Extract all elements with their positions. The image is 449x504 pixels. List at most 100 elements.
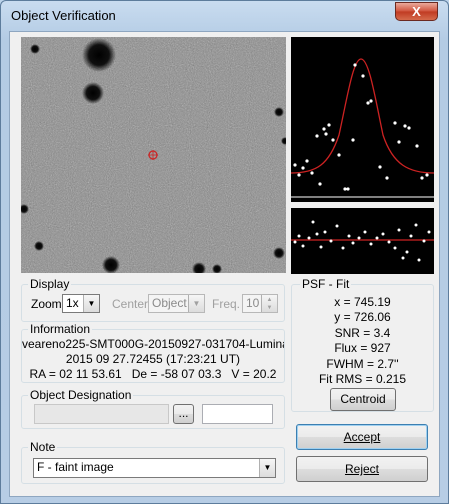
- star-blob: [30, 44, 40, 54]
- chevron-down-icon[interactable]: ▼: [83, 295, 99, 312]
- psf-profile-plot: [290, 37, 435, 202]
- note-select[interactable]: F - faint image ▼: [33, 458, 276, 478]
- reject-button[interactable]: Reject: [296, 456, 428, 482]
- freq-value: 10: [246, 296, 260, 310]
- psf-point: [369, 99, 373, 103]
- psf-point: [343, 187, 347, 191]
- psf-fit-group: PSF - Fit x = 745.19 y = 726.06 SNR = 3.…: [291, 277, 434, 412]
- star-blob: [34, 241, 44, 251]
- residual-point: [393, 246, 397, 250]
- stepper-arrows-icon[interactable]: ▲ ▼: [261, 295, 277, 312]
- note-legend: Note: [28, 440, 58, 454]
- psf-point: [420, 176, 424, 180]
- psf-point: [337, 153, 341, 157]
- psf-point: [351, 138, 355, 142]
- psf-point: [331, 138, 335, 142]
- dialog-body: Display Zoom 1x ▼ Center Object ▼ Freq. …: [9, 31, 440, 497]
- reject-button-label: Reject: [344, 462, 379, 476]
- residual-point: [375, 236, 379, 240]
- designation-extra-input[interactable]: [202, 404, 273, 424]
- psf-point: [378, 165, 382, 169]
- accept-button[interactable]: Accept: [296, 424, 428, 450]
- psf-point: [324, 132, 328, 136]
- psf-point: [346, 187, 350, 191]
- star-blob: [82, 82, 104, 104]
- residual-point: [357, 236, 361, 240]
- psf-point: [397, 140, 401, 144]
- residual-point: [401, 256, 405, 260]
- psf-point: [403, 124, 407, 128]
- information-legend: Information: [28, 322, 93, 336]
- psf-point: [415, 144, 419, 148]
- psf-point: [301, 166, 305, 170]
- residual-point: [319, 245, 323, 249]
- residual-point: [315, 232, 319, 236]
- residual-point: [307, 236, 311, 240]
- residual-point: [387, 240, 391, 244]
- designation-input[interactable]: [34, 404, 169, 424]
- chevron-down-icon[interactable]: ▼: [259, 459, 275, 477]
- star-field-svg: [21, 37, 286, 273]
- psf-x: x = 745.19: [334, 295, 391, 309]
- psf-point: [318, 182, 322, 186]
- zoom-select[interactable]: 1x ▼: [62, 294, 100, 313]
- star-blob: [82, 38, 116, 72]
- psf-residual-svg: [291, 220, 434, 262]
- object-designation-legend: Object Designation: [28, 388, 134, 402]
- residual-point: [341, 246, 345, 250]
- residual-point: [297, 234, 301, 238]
- chevron-down-icon[interactable]: ▼: [188, 295, 204, 312]
- residual-point: [311, 220, 315, 224]
- psf-points: [293, 63, 429, 191]
- psf-y: y = 726.06: [334, 310, 391, 324]
- object-designation-group: Object Designation ...: [21, 388, 285, 429]
- psf-point: [366, 101, 370, 105]
- window-title: Object Verification: [11, 8, 116, 23]
- residual-point: [405, 250, 409, 254]
- residual-point: [417, 258, 421, 262]
- observation-time: 2015 09 27.72455 (17:23:21 UT): [65, 352, 241, 366]
- residual-point: [323, 230, 327, 234]
- star-blob: [273, 247, 285, 259]
- residual-point: [329, 239, 333, 243]
- residual-point: [427, 230, 431, 234]
- browse-button[interactable]: ...: [173, 404, 194, 424]
- residual-points: [293, 220, 431, 262]
- psf-point: [407, 126, 411, 130]
- object-coordinates: RA = 02 11 53.61 De = -58 07 03.3 V = 20…: [29, 367, 277, 381]
- psf-point: [425, 173, 429, 177]
- center-select[interactable]: Object ▼: [148, 294, 205, 313]
- psf-fit-legend: PSF - Fit: [300, 277, 352, 291]
- psf-point: [353, 63, 357, 67]
- residual-point: [301, 244, 305, 248]
- object-verification-window: Object Verification X Display Zoom 1x ▼ …: [0, 0, 449, 504]
- zoom-label: Zoom: [31, 297, 62, 311]
- psf-profile-svg: [290, 58, 435, 198]
- freq-label: Freq.: [212, 297, 241, 311]
- psf-fwhm: FWHM = 2.7'': [326, 357, 399, 371]
- psf-point: [315, 134, 319, 138]
- display-group: Display Zoom 1x ▼ Center Object ▼ Freq. …: [21, 277, 285, 322]
- display-legend: Display: [28, 277, 72, 291]
- close-button[interactable]: X: [395, 2, 438, 21]
- psf-point: [305, 159, 309, 163]
- title-bar[interactable]: Object Verification X: [1, 1, 448, 31]
- residual-point: [351, 241, 355, 245]
- psf-point: [293, 163, 297, 167]
- note-value: F - faint image: [37, 460, 114, 474]
- accept-button-label: Accept: [343, 430, 381, 444]
- star-blob: [274, 107, 284, 117]
- center-value: Object: [152, 296, 187, 310]
- information-group: Information veareno225-SMT000G-20150927-…: [21, 322, 285, 383]
- note-group: Note F - faint image ▼: [21, 440, 285, 484]
- psf-point: [297, 173, 301, 177]
- center-label: Center: [112, 297, 149, 311]
- psf-snr: SNR = 3.4: [334, 326, 391, 340]
- residual-point: [293, 240, 297, 244]
- star-field-image[interactable]: [21, 37, 286, 273]
- psf-point: [327, 123, 331, 127]
- freq-stepper[interactable]: 10 ▲ ▼: [242, 294, 278, 313]
- centroid-button[interactable]: Centroid: [330, 388, 396, 411]
- psf-flux: Flux = 927: [334, 341, 391, 355]
- residual-point: [347, 234, 351, 238]
